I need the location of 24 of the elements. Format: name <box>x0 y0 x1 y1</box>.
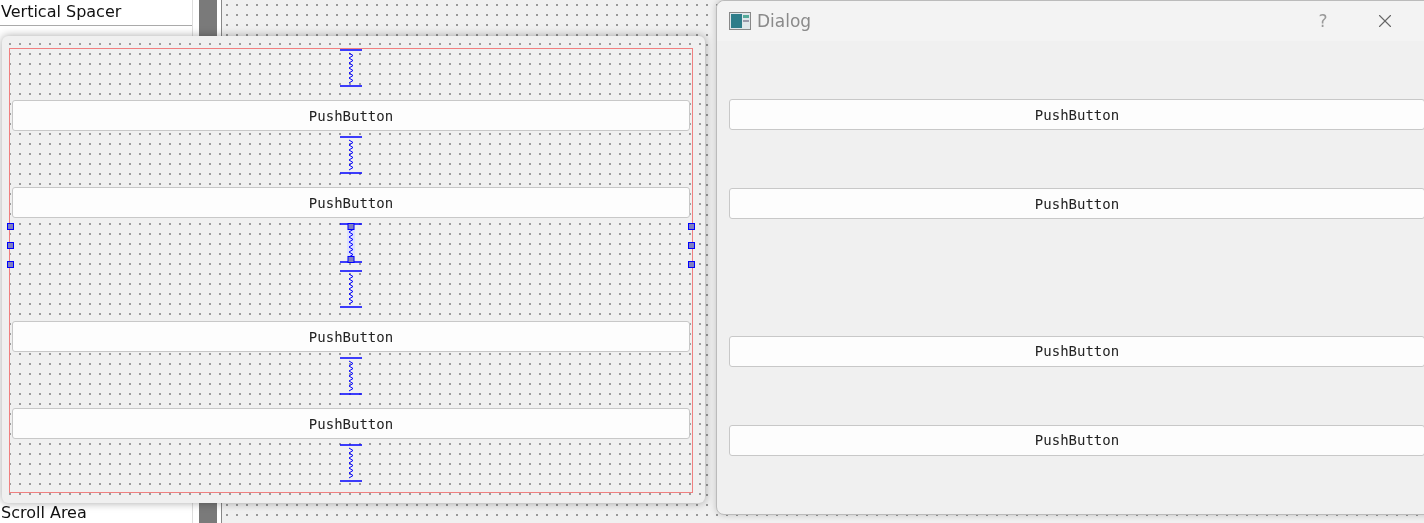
selection-handle[interactable] <box>688 261 695 268</box>
selection-handle[interactable] <box>688 242 695 249</box>
app-icon <box>729 12 751 30</box>
spacer-icon[interactable] <box>340 357 362 395</box>
spacer-icon[interactable] <box>340 270 362 308</box>
push-button[interactable]: PushButton <box>12 321 690 352</box>
window-title: Dialog <box>757 11 813 31</box>
spacer-icon[interactable] <box>340 444 362 482</box>
spacer-icon[interactable] <box>340 49 362 87</box>
spacer-icon[interactable] <box>340 223 362 263</box>
push-button[interactable]: PushButton <box>729 99 1424 131</box>
push-button[interactable]: PushButton <box>12 100 690 131</box>
selection-handle[interactable] <box>7 242 14 249</box>
selection-handle[interactable] <box>7 261 14 268</box>
push-button[interactable]: PushButton <box>729 424 1424 456</box>
push-button[interactable]: PushButton <box>12 408 690 439</box>
widget-box-item[interactable]: Scroll Area <box>0 503 192 523</box>
push-button[interactable]: PushButton <box>729 188 1424 220</box>
selection-handle[interactable] <box>688 223 695 230</box>
push-button[interactable]: PushButton <box>729 335 1424 367</box>
widget-box-item[interactable]: Vertical Spacer <box>0 0 192 26</box>
push-button[interactable]: PushButton <box>12 187 690 218</box>
spacer-icon[interactable] <box>340 136 362 174</box>
selection-handle[interactable] <box>7 223 14 230</box>
